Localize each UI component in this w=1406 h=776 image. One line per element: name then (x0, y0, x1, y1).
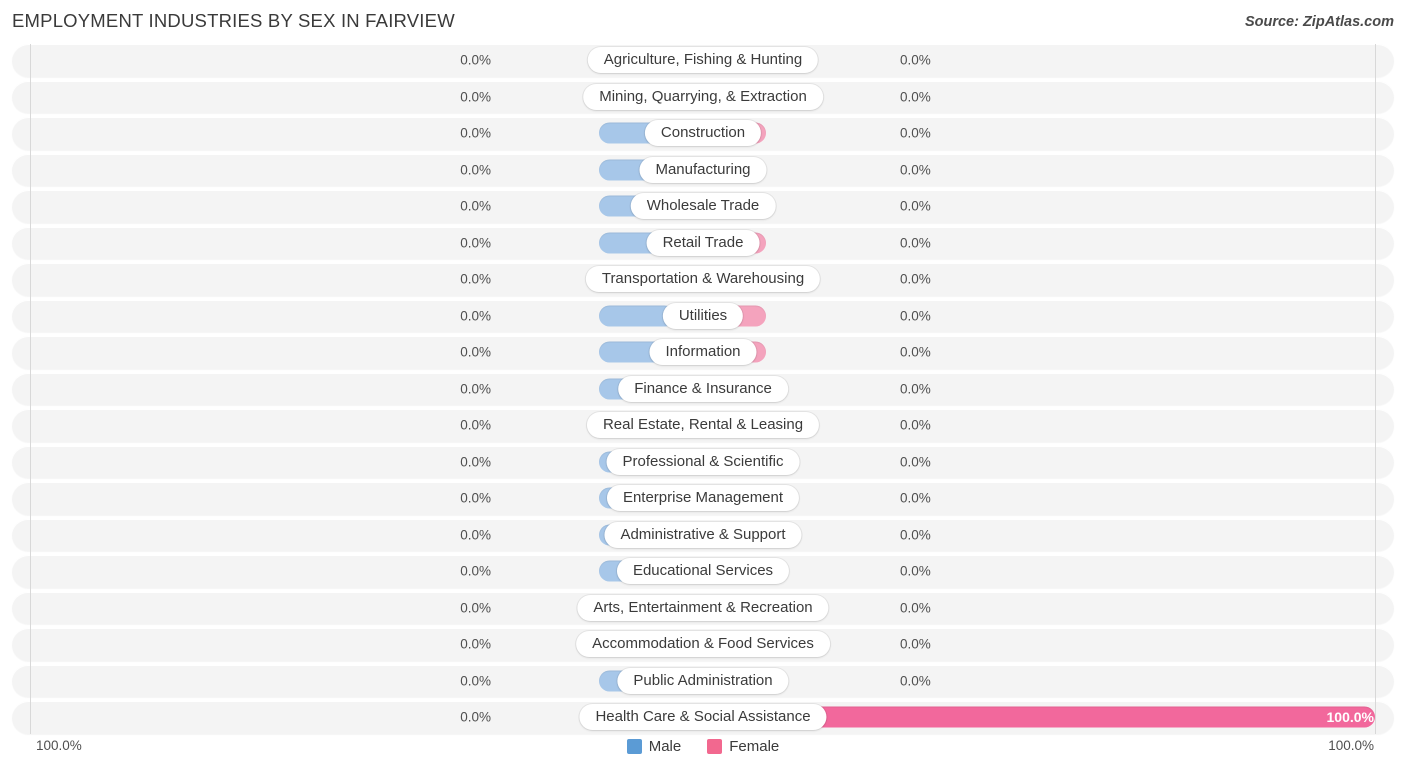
chart-row[interactable]: 0.0% 0.0% Arts, Entertainment & Recreation (12, 591, 1394, 624)
chart-row[interactable]: 0.0% 0.0% Mining, Quarrying, & Extraction (12, 80, 1394, 113)
chart-row[interactable]: 0.0% 0.0% Construction (12, 117, 1394, 150)
industry-label: Health Care & Social Assistance (579, 704, 827, 731)
male-value-label: 0.0% (460, 709, 491, 725)
industry-label: Manufacturing (639, 156, 767, 183)
male-value-label: 0.0% (460, 490, 491, 506)
male-value-label: 0.0% (460, 89, 491, 105)
male-value-label: 0.0% (460, 527, 491, 543)
chart-rows: 0.0% 0.0% Agriculture, Fishing & Hunting 0.… (12, 44, 1394, 734)
chart-row[interactable]: 0.0% 0.0% Enterprise Management (12, 482, 1394, 515)
female-value-label: 0.0% (900, 381, 931, 397)
female-value-label: 0.0% (900, 308, 931, 324)
female-value-label: 100.0% (1326, 709, 1374, 726)
female-value-label: 0.0% (900, 125, 931, 141)
industry-label: Real Estate, Rental & Leasing (586, 412, 820, 439)
chart-header: EMPLOYMENT INDUSTRIES BY SEX IN FAIRVIEW… (0, 0, 1406, 44)
male-value-label: 0.0% (460, 454, 491, 470)
male-value-label: 0.0% (460, 381, 491, 397)
female-value-label: 0.0% (900, 271, 931, 287)
female-value-label: 0.0% (900, 563, 931, 579)
axis-line-right (1375, 44, 1376, 734)
industry-label: Educational Services (616, 558, 790, 585)
chart-row[interactable]: 0.0% 0.0% Administrative & Support (12, 518, 1394, 551)
female-value-label: 0.0% (900, 490, 931, 506)
chart-footer: 100.0% Male Female 100.0% (12, 734, 1394, 766)
female-value-label: 0.0% (900, 417, 931, 433)
chart-row[interactable]: 0.0% 0.0% Accommodation & Food Services (12, 628, 1394, 661)
legend-label-male: Male (648, 738, 682, 755)
source-attribution: Source: ZipAtlas.com (1244, 14, 1394, 30)
legend-label-female: Female (729, 738, 780, 755)
chart-row[interactable]: 0.0% 0.0% Utilities (12, 299, 1394, 332)
male-value-label: 0.0% (460, 198, 491, 214)
female-value-label: 0.0% (900, 600, 931, 616)
industry-label: Information (649, 339, 757, 366)
chart-row[interactable]: 0.0% 0.0% Wholesale Trade (12, 190, 1394, 223)
male-value-label: 0.0% (460, 600, 491, 616)
male-color-swatch (626, 739, 642, 754)
industry-label: Public Administration (617, 667, 789, 694)
female-value-label: 0.0% (900, 344, 931, 360)
chart-row[interactable]: 0.0% 0.0% Professional & Scientific (12, 445, 1394, 478)
female-color-swatch (707, 739, 723, 754)
chart-row[interactable]: 0.0% 100.0% Health Care & Social Assistanc… (12, 701, 1394, 734)
male-value-label: 0.0% (460, 162, 491, 178)
industry-label: Finance & Insurance (618, 375, 788, 402)
male-value-label: 0.0% (460, 563, 491, 579)
female-value-label: 0.0% (900, 454, 931, 470)
chart-row[interactable]: 0.0% 0.0% Information (12, 336, 1394, 369)
female-value-label: 0.0% (900, 527, 931, 543)
industry-label: Wholesale Trade (630, 193, 776, 220)
industry-label: Construction (644, 120, 762, 147)
male-value-label: 0.0% (460, 673, 491, 689)
female-value-label: 0.0% (900, 673, 931, 689)
female-value-label: 0.0% (900, 198, 931, 214)
industry-label: Professional & Scientific (606, 448, 800, 475)
female-value-label: 0.0% (900, 52, 931, 68)
legend-item-male[interactable]: Male (626, 738, 682, 755)
male-value-label: 0.0% (460, 235, 491, 251)
female-value-label: 0.0% (900, 636, 931, 652)
chart-row[interactable]: 0.0% 0.0% Finance & Insurance (12, 372, 1394, 405)
chart-row[interactable]: 0.0% 0.0% Public Administration (12, 664, 1394, 697)
axis-line-left (30, 44, 31, 734)
female-value-label: 0.0% (900, 162, 931, 178)
male-value-label: 0.0% (460, 125, 491, 141)
chart-row[interactable]: 0.0% 0.0% Manufacturing (12, 153, 1394, 186)
legend-item-female[interactable]: Female (707, 738, 779, 755)
male-value-label: 0.0% (460, 52, 491, 68)
chart-row[interactable]: 0.0% 0.0% Agriculture, Fishing & Hunting (12, 44, 1394, 77)
industry-label: Administrative & Support (604, 521, 802, 548)
male-value-label: 0.0% (460, 636, 491, 652)
chart-row[interactable]: 0.0% 0.0% Real Estate, Rental & Leasing (12, 409, 1394, 442)
chart-row[interactable]: 0.0% 0.0% Educational Services (12, 555, 1394, 588)
chart-row[interactable]: 0.0% 0.0% Transportation & Warehousing (12, 263, 1394, 296)
axis-max-right: 100.0% (1328, 738, 1374, 753)
male-value-label: 0.0% (460, 344, 491, 360)
industry-label: Accommodation & Food Services (576, 631, 830, 658)
chart-plot-area: 0.0% 0.0% Agriculture, Fishing & Hunting 0.… (12, 44, 1394, 734)
female-value-label: 0.0% (900, 89, 931, 105)
industry-label: Retail Trade (646, 229, 760, 256)
chart-row[interactable]: 0.0% 0.0% Retail Trade (12, 226, 1394, 259)
industry-label: Transportation & Warehousing (585, 266, 821, 293)
industry-label: Arts, Entertainment & Recreation (577, 594, 829, 621)
page-title: EMPLOYMENT INDUSTRIES BY SEX IN FAIRVIEW (12, 10, 455, 31)
chart-legend: Male Female (12, 738, 1394, 755)
male-value-label: 0.0% (460, 271, 491, 287)
female-value-label: 0.0% (900, 235, 931, 251)
industry-label: Mining, Quarrying, & Extraction (583, 83, 823, 110)
industry-label: Enterprise Management (606, 485, 800, 512)
male-value-label: 0.0% (460, 308, 491, 324)
male-value-label: 0.0% (460, 417, 491, 433)
industry-label: Agriculture, Fishing & Hunting (587, 47, 819, 74)
industry-label: Utilities (662, 302, 744, 329)
